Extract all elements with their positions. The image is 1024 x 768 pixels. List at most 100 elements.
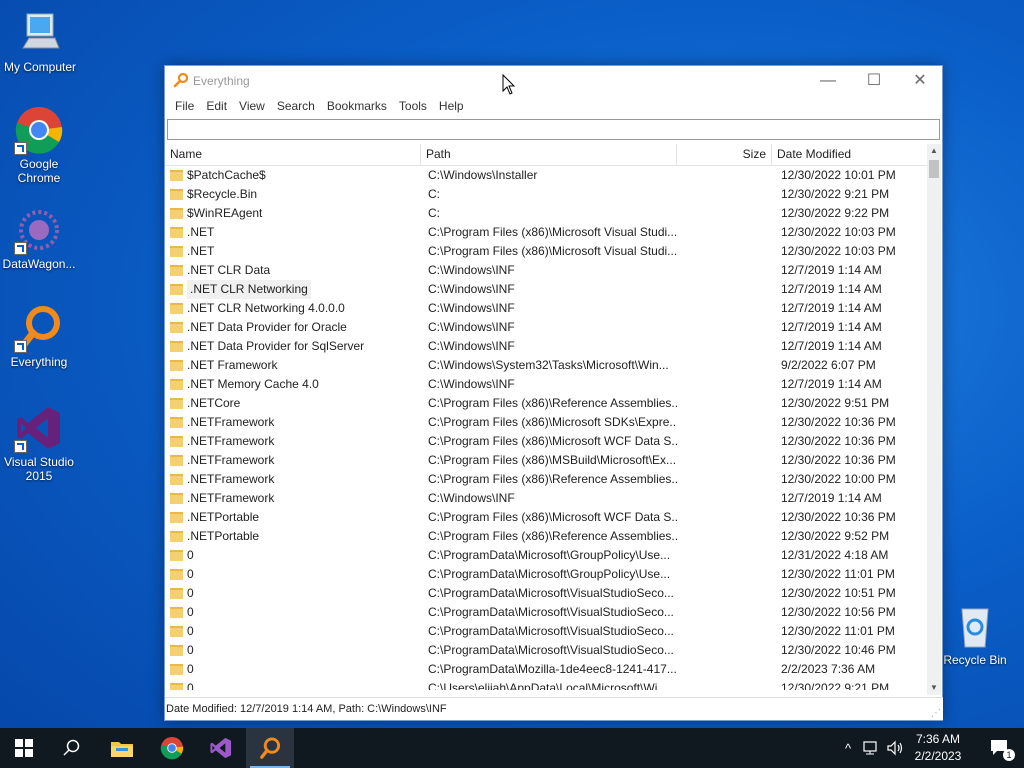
row-name-cell: .NET: [165, 242, 421, 261]
table-row[interactable]: .NET Framework C:\Windows\System32\Tasks\…: [165, 356, 927, 375]
row-name: .NET CLR Data: [187, 263, 271, 277]
action-center-button[interactable]: 1: [976, 728, 1024, 768]
table-row[interactable]: .NETFramework C:\Program Files (x86)\Micr…: [165, 432, 927, 451]
title-bar[interactable]: Everything — ☐ ✕: [165, 66, 942, 96]
table-row[interactable]: .NETCore C:\Program Files (x86)\Reference…: [165, 394, 927, 413]
shortcut-arrow-icon: [14, 340, 27, 353]
table-row[interactable]: .NET CLR Data C:\Windows\INF 12/7/2019 1:1…: [165, 261, 927, 280]
column-header-name[interactable]: Name: [165, 144, 421, 165]
table-row[interactable]: 0 C:\ProgramData\Microsoft\VisualStudioSe…: [165, 603, 927, 622]
scroll-up-arrow-icon[interactable]: ▲: [927, 144, 941, 158]
network-icon[interactable]: [862, 740, 882, 756]
table-row[interactable]: .NET C:\Program Files (x86)\Microsoft Vis…: [165, 223, 927, 242]
menu-bookmarks[interactable]: Bookmarks: [321, 96, 393, 116]
row-date-modified: 12/30/2022 9:51 PM: [781, 396, 890, 410]
desktop-icon-visual-studio[interactable]: Visual Studio 2015: [0, 403, 79, 483]
row-size: [677, 280, 772, 299]
datawagon-icon: [14, 205, 64, 255]
menu-view[interactable]: View: [233, 96, 271, 116]
table-row[interactable]: 0 C:\ProgramData\Microsoft\GroupPolicy\Us…: [165, 565, 927, 584]
taskbar-file-explorer[interactable]: [98, 728, 146, 768]
vertical-scrollbar[interactable]: ▲ ▼: [927, 144, 941, 695]
row-name-cell: .NET CLR Networking: [165, 280, 421, 299]
table-row[interactable]: .NET C:\Program Files (x86)\Microsoft Vis…: [165, 242, 927, 261]
menu-help[interactable]: Help: [433, 96, 470, 116]
system-tray: ^: [838, 728, 906, 768]
table-row[interactable]: .NETFramework C:\Windows\INF 12/7/2019 1:1…: [165, 489, 927, 508]
row-name: .NET: [187, 225, 215, 239]
row-name: 0: [187, 643, 194, 657]
maximize-button[interactable]: ☐: [851, 66, 897, 96]
start-button[interactable]: [0, 728, 48, 768]
scroll-thumb[interactable]: [929, 160, 939, 178]
row-name-cell: 0: [165, 603, 421, 622]
desktop-icon-everything[interactable]: Everything: [0, 303, 79, 369]
menu-file[interactable]: File: [169, 96, 200, 116]
row-name: 0: [187, 662, 194, 676]
menu-edit[interactable]: Edit: [200, 96, 233, 116]
row-path: C:\Program Files (x86)\Reference Assembl…: [428, 396, 677, 410]
desktop-icon-datawagon[interactable]: DataWagon...: [0, 205, 79, 271]
row-date-modified: 12/7/2019 1:14 AM: [781, 377, 882, 391]
desktop-icon-recycle-bin[interactable]: Recycle Bin: [935, 601, 1015, 667]
column-header-size[interactable]: Size: [677, 144, 772, 165]
table-row[interactable]: .NET Data Provider for SqlServer C:\Windo…: [165, 337, 927, 356]
search-input[interactable]: [168, 120, 939, 137]
clock-time: 7:36 AM: [915, 732, 961, 746]
table-row[interactable]: 0 C:\ProgramData\Microsoft\GroupPolicy\Us…: [165, 546, 927, 565]
table-row[interactable]: .NET Memory Cache 4.0 C:\Windows\INF 12/7/…: [165, 375, 927, 394]
menu-tools[interactable]: Tools: [393, 96, 433, 116]
taskbar-clock[interactable]: 7:36 AM 2/2/2023: [902, 731, 974, 765]
taskbar-visual-studio[interactable]: [197, 728, 245, 768]
taskbar-everything[interactable]: [246, 728, 294, 768]
taskbar-chrome[interactable]: [148, 728, 196, 768]
table-row[interactable]: $PatchCache$ C:\Windows\Installer 12/30/20…: [165, 166, 927, 185]
table-row[interactable]: .NETFramework C:\Program Files (x86)\Micr…: [165, 413, 927, 432]
row-path: C:\Users\elijah\AppData\Local\Microsoft\…: [428, 681, 668, 690]
table-row[interactable]: .NET Data Provider for Oracle C:\Windows\…: [165, 318, 927, 337]
table-row[interactable]: .NETPortable C:\Program Files (x86)\Micro…: [165, 508, 927, 527]
row-path: C:\Windows\INF: [428, 339, 515, 353]
row-name-cell: $WinREAgent: [165, 204, 421, 223]
tray-overflow-chevron-icon[interactable]: ^: [838, 741, 858, 756]
desktop-icon-label: Google Chrome: [17, 157, 61, 185]
window-title: Everything: [193, 74, 250, 88]
table-row[interactable]: .NET CLR Networking 4.0.0.0 C:\Windows\IN…: [165, 299, 927, 318]
row-name-cell: 0: [165, 622, 421, 641]
minimize-button[interactable]: —: [805, 66, 851, 96]
row-size: [677, 527, 772, 546]
desktop-icon-chrome[interactable]: Google Chrome: [0, 105, 79, 185]
table-row[interactable]: $Recycle.Bin C: 12/30/2022 9:21 PM: [165, 185, 927, 204]
folder-icon: [170, 550, 183, 561]
close-button[interactable]: ✕: [897, 66, 943, 96]
table-row[interactable]: 0 C:\Users\elijah\AppData\Local\Microsoft…: [165, 679, 927, 690]
table-row[interactable]: 0 C:\ProgramData\Microsoft\VisualStudioSe…: [165, 622, 927, 641]
folder-icon: [111, 742, 133, 757]
menu-search[interactable]: Search: [271, 96, 321, 116]
row-size: [677, 394, 772, 413]
taskbar-search-button[interactable]: [48, 728, 96, 768]
chrome-icon: [160, 736, 184, 760]
scroll-down-arrow-icon[interactable]: ▼: [927, 681, 941, 695]
table-row[interactable]: .NETFramework C:\Program Files (x86)\MSBu…: [165, 451, 927, 470]
column-header: Name Path Size Date Modified: [165, 144, 927, 166]
table-row[interactable]: 0 C:\ProgramData\Mozilla-1de4eec8-1241-41…: [165, 660, 927, 679]
row-date-modified: 12/30/2022 9:21 PM: [781, 681, 890, 690]
row-size: [677, 413, 772, 432]
desktop-icon-my-computer[interactable]: My Computer: [0, 8, 80, 74]
row-path: C:\Windows\INF: [428, 377, 515, 391]
status-bar: Date Modified: 12/7/2019 1:14 AM, Path: …: [165, 697, 943, 720]
menu-bar: File Edit View Search Bookmarks Tools He…: [165, 96, 942, 116]
table-row[interactable]: 0 C:\ProgramData\Microsoft\VisualStudioSe…: [165, 584, 927, 603]
column-header-path[interactable]: Path: [421, 144, 677, 165]
row-path: C:\ProgramData\Microsoft\GroupPolicy\Use…: [428, 548, 671, 562]
table-row[interactable]: 0 C:\ProgramData\Microsoft\VisualStudioSe…: [165, 641, 927, 660]
table-row[interactable]: .NET CLR Networking C:\Windows\INF 12/7/20…: [165, 280, 927, 299]
table-row[interactable]: .NETPortable C:\Program Files (x86)\Refer…: [165, 527, 927, 546]
table-row[interactable]: $WinREAgent C: 12/30/2022 9:22 PM: [165, 204, 927, 223]
row-path: C:\Program Files (x86)\Microsoft WCF Dat…: [428, 434, 677, 448]
table-row[interactable]: .NETFramework C:\Program Files (x86)\Refe…: [165, 470, 927, 489]
row-size: [677, 508, 772, 527]
column-header-date-modified[interactable]: Date Modified: [772, 144, 927, 165]
resize-grip-icon[interactable]: ⋰: [931, 708, 941, 719]
